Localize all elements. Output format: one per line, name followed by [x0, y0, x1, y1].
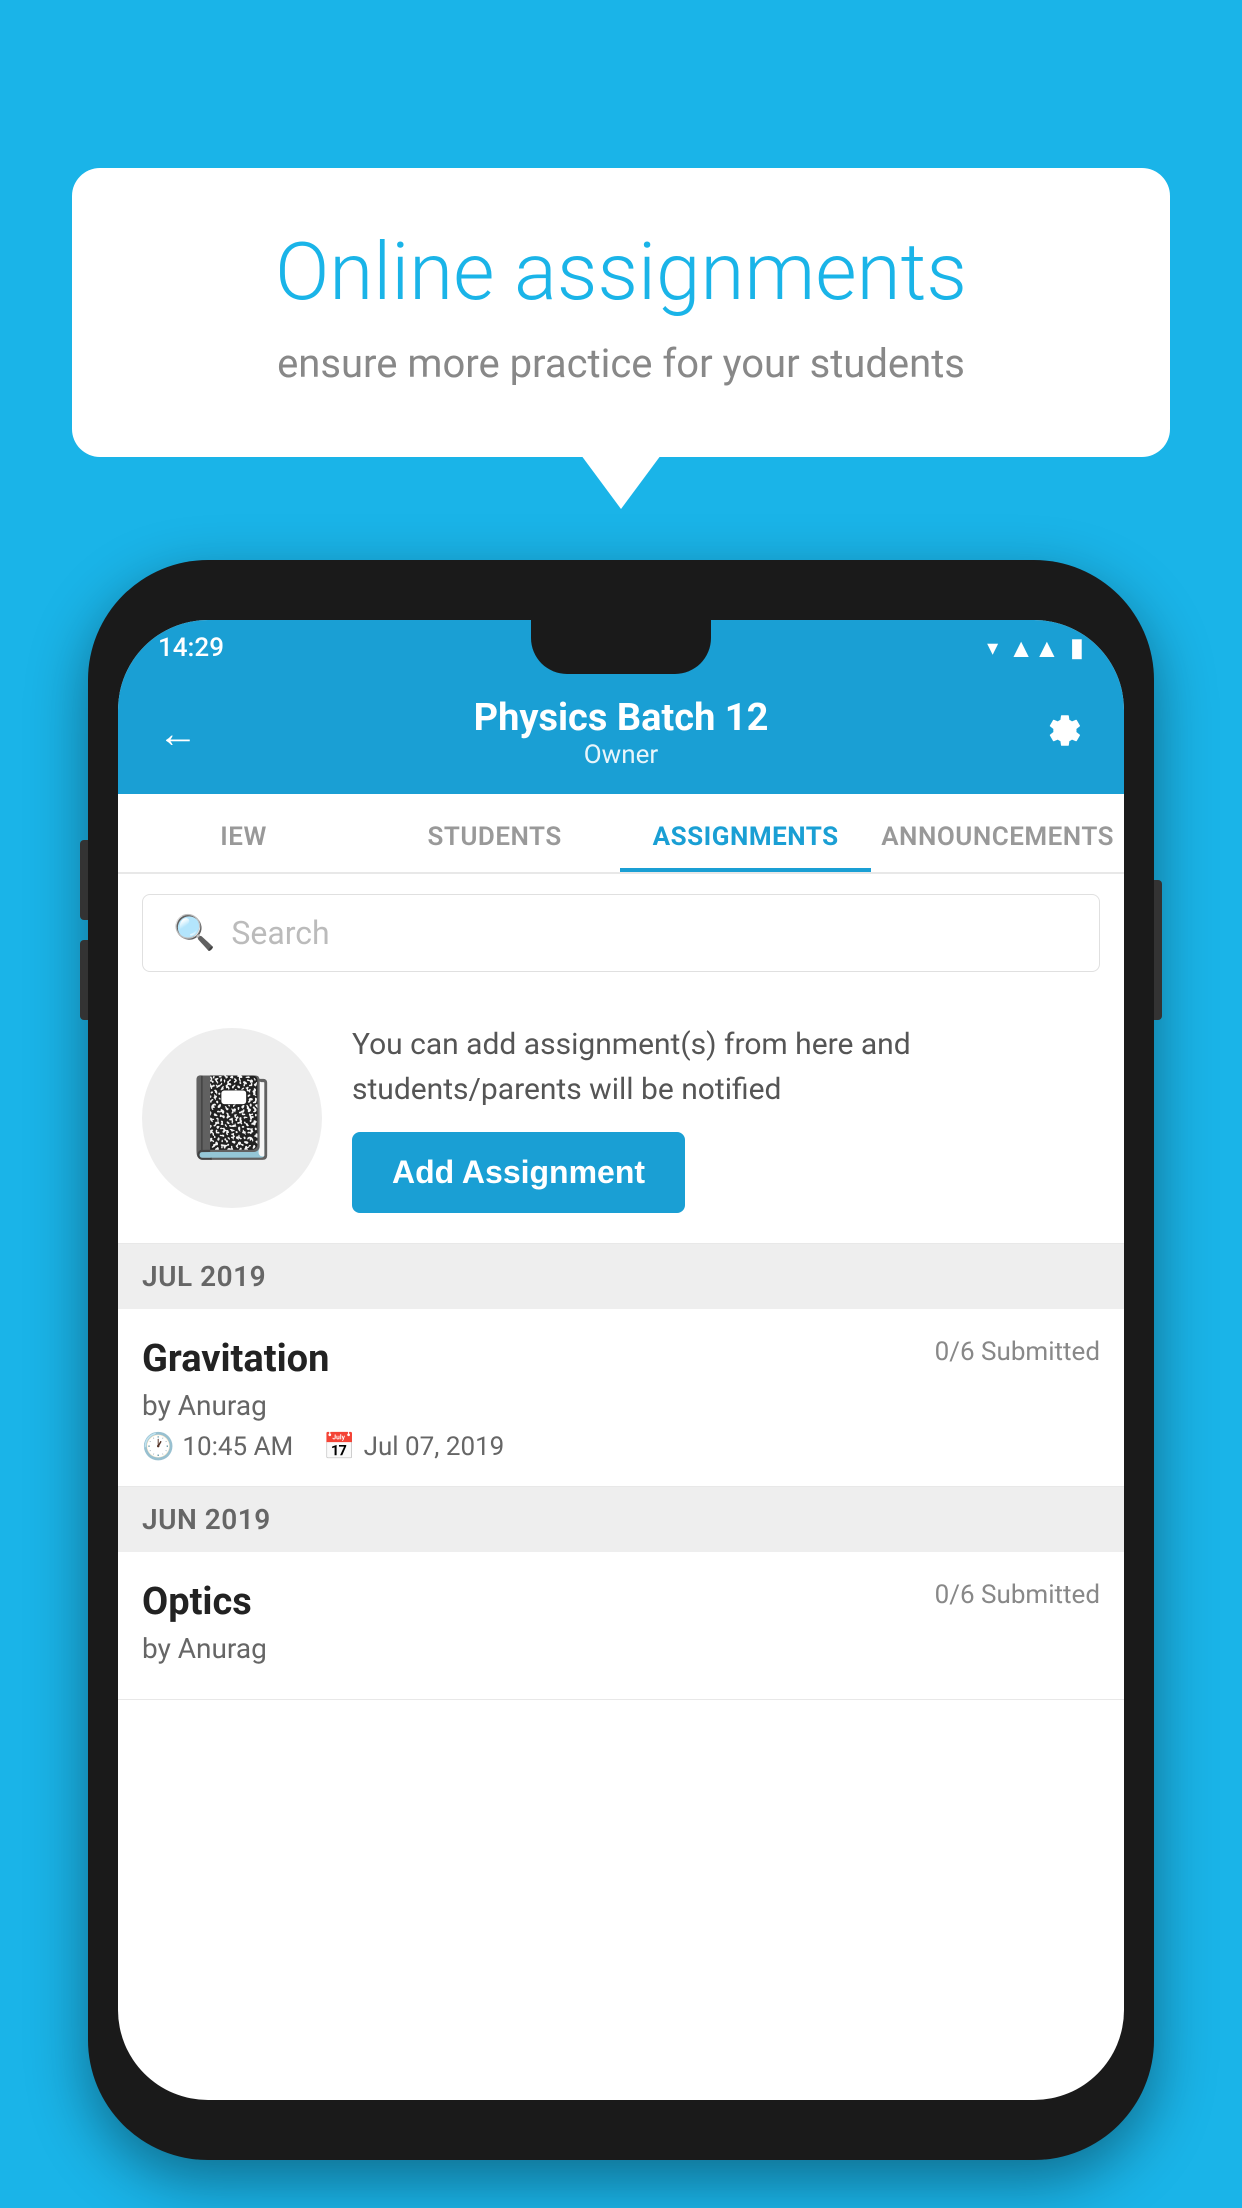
- signal-icon: ▲▲: [1008, 633, 1059, 664]
- clock-icon: 🕐: [142, 1432, 174, 1462]
- assignment-card-right: You can add assignment(s) from here and …: [352, 1022, 1100, 1213]
- assignment-icon-circle: 📓: [142, 1028, 322, 1208]
- assignment-by-optics: by Anurag: [142, 1632, 1100, 1665]
- section-header-jul: JUL 2019: [118, 1244, 1124, 1309]
- phone-frame: 14:29 ▾ ▲▲ ▮ ← Physics Batch 12 Owner: [88, 560, 1154, 2160]
- assignment-item-top: Gravitation 0/6 Submitted: [142, 1337, 1100, 1381]
- settings-button[interactable]: [1044, 709, 1084, 758]
- section-header-jun: JUN 2019: [118, 1487, 1124, 1552]
- phone-button-power: [1154, 880, 1162, 1020]
- search-container: 🔍 Search: [118, 874, 1124, 992]
- tab-bar: IEW STUDENTS ASSIGNMENTS ANNOUNCEMENTS: [118, 794, 1124, 874]
- tab-students[interactable]: STUDENTS: [369, 794, 620, 872]
- assignment-item-top-optics: Optics 0/6 Submitted: [142, 1580, 1100, 1624]
- search-placeholder: Search: [231, 914, 329, 952]
- assignment-submitted-optics: 0/6 Submitted: [935, 1580, 1100, 1610]
- speech-bubble-subtitle: ensure more practice for your students: [142, 340, 1100, 387]
- assignment-item-gravitation[interactable]: Gravitation 0/6 Submitted by Anurag 🕐 10…: [118, 1309, 1124, 1487]
- assignment-name: Gravitation: [142, 1337, 329, 1381]
- phone-button-volume-down: [80, 940, 88, 1020]
- status-time: 14:29: [158, 633, 224, 663]
- search-bar[interactable]: 🔍 Search: [142, 894, 1100, 972]
- phone-notch: [531, 620, 711, 674]
- status-icons: ▾ ▲▲ ▮: [987, 633, 1084, 664]
- phone-button-volume-up: [80, 840, 88, 920]
- assignment-card-text: You can add assignment(s) from here and …: [352, 1022, 1100, 1112]
- assignment-submitted: 0/6 Submitted: [935, 1337, 1100, 1367]
- header-subtitle: Owner: [474, 740, 769, 770]
- assignment-by: by Anurag: [142, 1389, 1100, 1422]
- tab-announcements[interactable]: ANNOUNCEMENTS: [871, 794, 1124, 872]
- back-button[interactable]: ←: [158, 710, 198, 757]
- speech-bubble: Online assignments ensure more practice …: [72, 168, 1170, 457]
- notebook-icon: 📓: [182, 1071, 282, 1165]
- assignment-item-optics[interactable]: Optics 0/6 Submitted by Anurag: [118, 1552, 1124, 1700]
- battery-icon: ▮: [1070, 633, 1084, 663]
- speech-bubble-title: Online assignments: [142, 228, 1100, 316]
- calendar-icon: 📅: [323, 1432, 355, 1462]
- add-assignment-card: 📓 You can add assignment(s) from here an…: [118, 992, 1124, 1244]
- assignment-meta: 🕐 10:45 AM 📅 Jul 07, 2019: [142, 1432, 1100, 1462]
- assignment-name-optics: Optics: [142, 1580, 252, 1624]
- header-title: Physics Batch 12: [474, 696, 769, 740]
- tab-assignments[interactable]: ASSIGNMENTS: [620, 794, 871, 872]
- add-assignment-button[interactable]: Add Assignment: [352, 1132, 685, 1213]
- app-header: ← Physics Batch 12 Owner: [118, 676, 1124, 794]
- wifi-icon: ▾: [987, 636, 998, 661]
- assignment-time: 🕐 10:45 AM: [142, 1432, 293, 1462]
- header-center: Physics Batch 12 Owner: [474, 696, 769, 770]
- assignment-date: 📅 Jul 07, 2019: [323, 1432, 504, 1462]
- tab-iew[interactable]: IEW: [118, 794, 369, 872]
- phone-screen: 14:29 ▾ ▲▲ ▮ ← Physics Batch 12 Owner: [118, 620, 1124, 2100]
- search-icon: 🔍: [173, 913, 215, 953]
